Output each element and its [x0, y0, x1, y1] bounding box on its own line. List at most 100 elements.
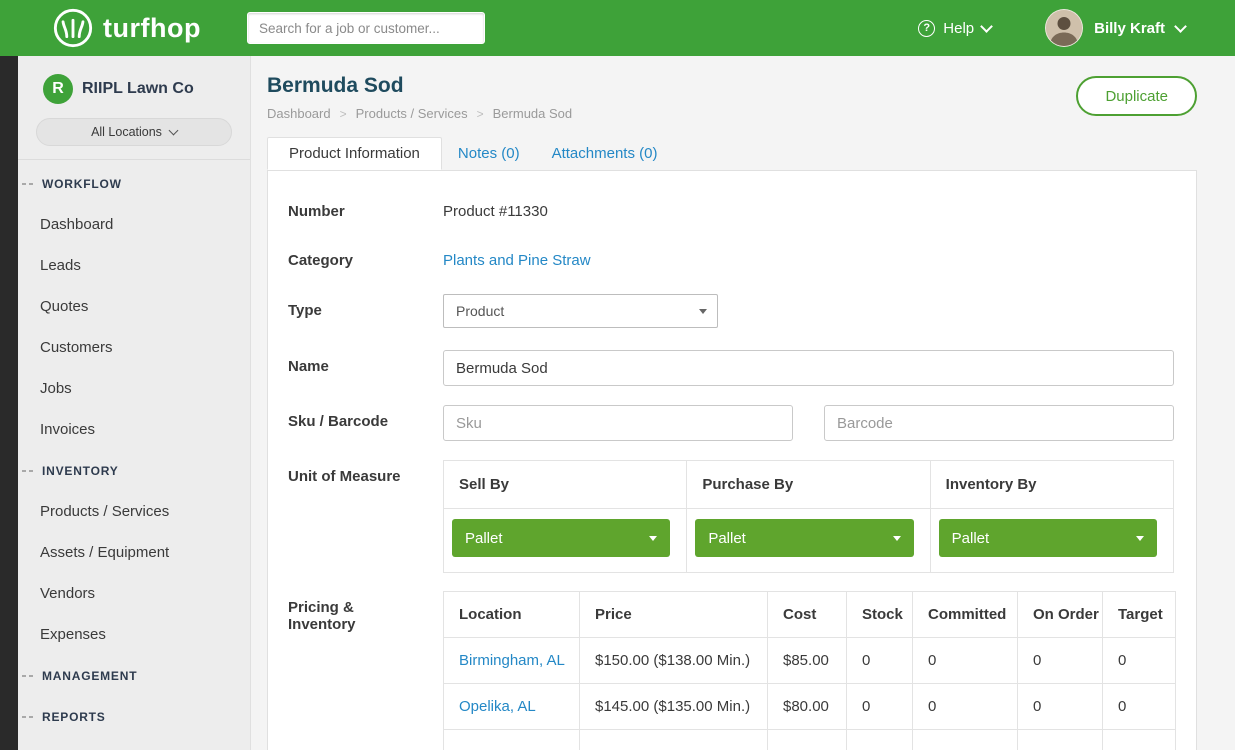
user-name: Billy Kraft: [1094, 20, 1165, 37]
col-header-target: Target: [1103, 592, 1176, 638]
table-row: Birmingham, AL $150.00 ($138.00 Min.) $8…: [444, 638, 1176, 684]
help-menu[interactable]: ? Help: [918, 20, 991, 37]
sidebar-item-customers[interactable]: Customers: [18, 327, 250, 368]
col-header-location: Location: [444, 592, 580, 638]
col-header-committed: Committed: [913, 592, 1018, 638]
brand[interactable]: turfhop: [52, 7, 201, 49]
locations-label: All Locations: [91, 125, 162, 139]
sidebar-item-vendors[interactable]: Vendors: [18, 573, 250, 614]
sku-barcode-label: Sku / Barcode: [288, 405, 443, 441]
col-header-price: Price: [580, 592, 768, 638]
sidebar-nav: WORKFLOW Dashboard Leads Quotes Customer…: [18, 160, 250, 737]
section-header-management[interactable]: MANAGEMENT: [18, 655, 250, 696]
col-header-cost: Cost: [768, 592, 847, 638]
unit-of-measure-row: Unit of Measure Sell By Purchase By Inve…: [288, 460, 1174, 573]
chevron-down-icon: [1174, 20, 1187, 33]
tab-notes[interactable]: Notes (0): [442, 137, 536, 170]
number-value: Product #11330: [443, 195, 1174, 220]
col-header-stock: Stock: [847, 592, 913, 638]
breadcrumb-item-products-services[interactable]: Products / Services: [356, 106, 468, 121]
name-input[interactable]: [443, 350, 1174, 386]
purchase-by-dropdown[interactable]: Pallet: [695, 519, 913, 557]
sidebar-item-quotes[interactable]: Quotes: [18, 286, 250, 327]
number-label: Number: [288, 195, 443, 220]
sku-input[interactable]: [443, 405, 793, 441]
table-row: [444, 730, 1176, 750]
breadcrumb-item-current: Bermuda Sod: [493, 106, 573, 121]
tab-attachments[interactable]: Attachments (0): [536, 137, 674, 170]
left-edge-strip: [0, 56, 18, 750]
section-header-inventory: INVENTORY: [18, 450, 250, 491]
number-row: Number Product #11330: [288, 195, 1174, 220]
caret-down-icon: [649, 536, 657, 541]
stock-cell: 0: [847, 684, 913, 730]
stock-cell: 0: [847, 638, 913, 684]
tab-bar: Product Information Notes (0) Attachment…: [267, 137, 1197, 170]
user-menu[interactable]: Billy Kraft: [1045, 9, 1185, 47]
committed-cell: 0: [913, 684, 1018, 730]
sku-barcode-row: Sku / Barcode: [288, 405, 1174, 441]
company-badge: R RIIPL Lawn Co: [18, 56, 250, 104]
category-row: Category Plants and Pine Straw: [288, 244, 1174, 270]
avatar: [1045, 9, 1083, 47]
col-header-on-order: On Order: [1018, 592, 1103, 638]
sidebar: R RIIPL Lawn Co All Locations WORKFLOW D…: [18, 56, 251, 750]
chevron-down-icon: [980, 20, 993, 33]
cost-cell: $85.00: [768, 638, 847, 684]
page-title: Bermuda Sod: [267, 74, 572, 98]
dash-icon: [22, 470, 35, 472]
section-header-reports[interactable]: REPORTS: [18, 696, 250, 737]
pricing-inventory-row: Pricing & Inventory Location Price Cost: [288, 591, 1174, 750]
dash-icon: [22, 716, 35, 718]
breadcrumb-separator: >: [477, 107, 484, 121]
sidebar-item-expenses[interactable]: Expenses: [18, 614, 250, 655]
caret-down-icon: [699, 309, 707, 314]
price-cell: $150.00 ($138.00 Min.): [580, 638, 768, 684]
uom-header-purchase-by: Purchase By: [687, 461, 930, 509]
table-header-row: Location Price Cost Stock Committed On O…: [444, 592, 1176, 638]
sidebar-item-dashboard[interactable]: Dashboard: [18, 204, 250, 245]
category-link[interactable]: Plants and Pine Straw: [443, 244, 591, 269]
brand-name: turfhop: [103, 13, 201, 44]
product-information-panel: Number Product #11330 Category Plants an…: [267, 170, 1197, 750]
target-cell: 0: [1103, 638, 1176, 684]
locations-dropdown[interactable]: All Locations: [36, 118, 232, 146]
breadcrumb-separator: >: [340, 107, 347, 121]
price-cell: $145.00 ($135.00 Min.): [580, 684, 768, 730]
section-header-workflow: WORKFLOW: [18, 163, 250, 204]
inventory-by-dropdown[interactable]: Pallet: [939, 519, 1157, 557]
barcode-input[interactable]: [824, 405, 1174, 441]
unit-of-measure-label: Unit of Measure: [288, 460, 443, 573]
sidebar-item-assets-equipment[interactable]: Assets / Equipment: [18, 532, 250, 573]
name-label: Name: [288, 350, 443, 386]
dash-icon: [22, 183, 35, 185]
type-select[interactable]: Product: [443, 294, 718, 328]
location-link[interactable]: Birmingham, AL: [459, 652, 565, 669]
on-order-cell: 0: [1018, 638, 1103, 684]
on-order-cell: 0: [1018, 684, 1103, 730]
pricing-inventory-label: Pricing & Inventory: [288, 591, 443, 750]
top-header: turfhop ? Help Billy Kraft: [0, 0, 1235, 56]
sidebar-item-products-services[interactable]: Products / Services: [18, 491, 250, 532]
search-input[interactable]: [247, 12, 485, 44]
location-link[interactable]: Opelika, AL: [459, 698, 536, 715]
committed-cell: 0: [913, 638, 1018, 684]
category-label: Category: [288, 244, 443, 270]
help-label: Help: [943, 20, 974, 37]
uom-header-sell-by: Sell By: [444, 461, 687, 509]
chevron-down-icon: [168, 126, 178, 136]
sidebar-item-leads[interactable]: Leads: [18, 245, 250, 286]
dash-icon: [22, 675, 35, 677]
breadcrumb: Dashboard > Products / Services > Bermud…: [267, 106, 572, 121]
tab-product-information[interactable]: Product Information: [267, 137, 442, 170]
duplicate-button[interactable]: Duplicate: [1076, 76, 1197, 116]
cost-cell: $80.00: [768, 684, 847, 730]
sidebar-item-invoices[interactable]: Invoices: [18, 409, 250, 450]
breadcrumb-item-dashboard[interactable]: Dashboard: [267, 106, 331, 121]
table-row: Opelika, AL $145.00 ($135.00 Min.) $80.0…: [444, 684, 1176, 730]
pricing-inventory-table: Location Price Cost Stock Committed On O…: [443, 591, 1176, 750]
type-select-value: Product: [456, 303, 504, 319]
sidebar-item-jobs[interactable]: Jobs: [18, 368, 250, 409]
sell-by-dropdown[interactable]: Pallet: [452, 519, 670, 557]
type-label: Type: [288, 294, 443, 328]
